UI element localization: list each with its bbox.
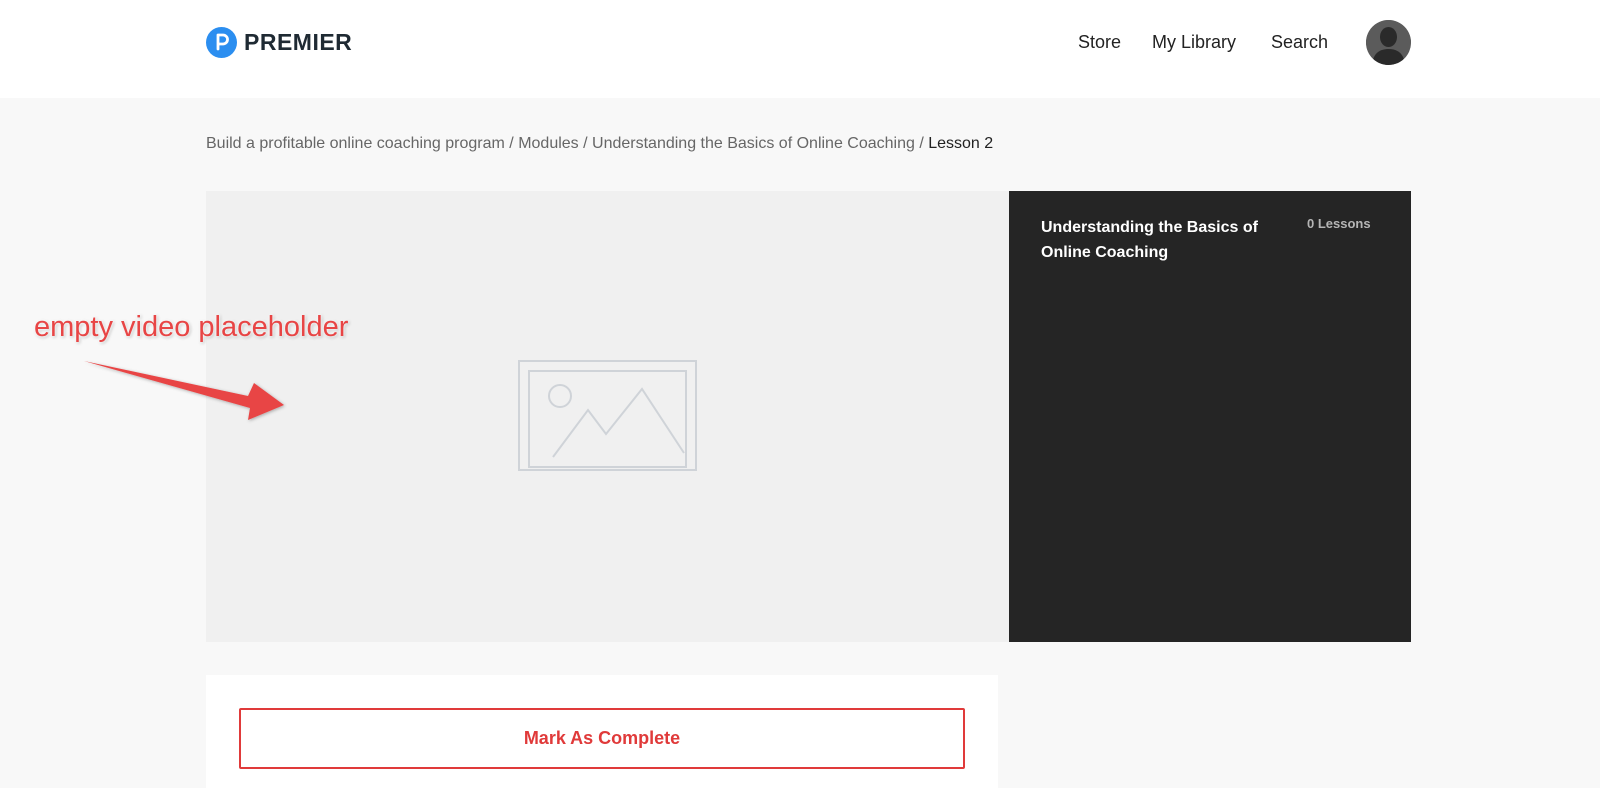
video-placeholder[interactable] — [206, 191, 1009, 642]
user-avatar[interactable] — [1366, 20, 1411, 65]
annotation-label: empty video placeholder — [34, 311, 349, 343]
nav-my-library-link[interactable]: My Library — [1152, 29, 1236, 55]
breadcrumb-course-link[interactable]: Build a profitable online coaching progr… — [206, 135, 505, 152]
logo-p-icon — [206, 26, 237, 58]
breadcrumb: Build a profitable online coaching progr… — [206, 133, 993, 155]
lesson-actions-card: Mark As Complete — [206, 675, 998, 788]
lesson-count: 0 Lessons — [1307, 216, 1371, 231]
image-placeholder-icon — [518, 360, 697, 471]
module-sidebar: Understanding the Basics of Online Coach… — [1009, 191, 1411, 642]
breadcrumb-modules-link[interactable]: Modules — [518, 135, 578, 152]
breadcrumb-module-link[interactable]: Understanding the Basics of Online Coach… — [592, 135, 915, 152]
breadcrumb-current-lesson: Lesson 2 — [928, 135, 994, 152]
site-header: PREMIER Store My Library Search — [0, 0, 1600, 98]
module-title: Understanding the Basics of Online Coach… — [1041, 219, 1258, 261]
mark-as-complete-button[interactable]: Mark As Complete — [239, 708, 965, 769]
brand-name: PREMIER — [244, 28, 353, 55]
nav-store-link[interactable]: Store — [1078, 29, 1121, 55]
breadcrumb-separator: / — [504, 135, 519, 152]
breadcrumb-separator: / — [914, 135, 929, 152]
breadcrumb-separator: / — [578, 135, 593, 152]
annotation-arrow-icon — [84, 361, 284, 420]
brand-logo[interactable]: PREMIER — [206, 26, 352, 58]
nav-search-link[interactable]: Search — [1271, 29, 1328, 55]
user-silhouette-icon — [1366, 20, 1411, 65]
